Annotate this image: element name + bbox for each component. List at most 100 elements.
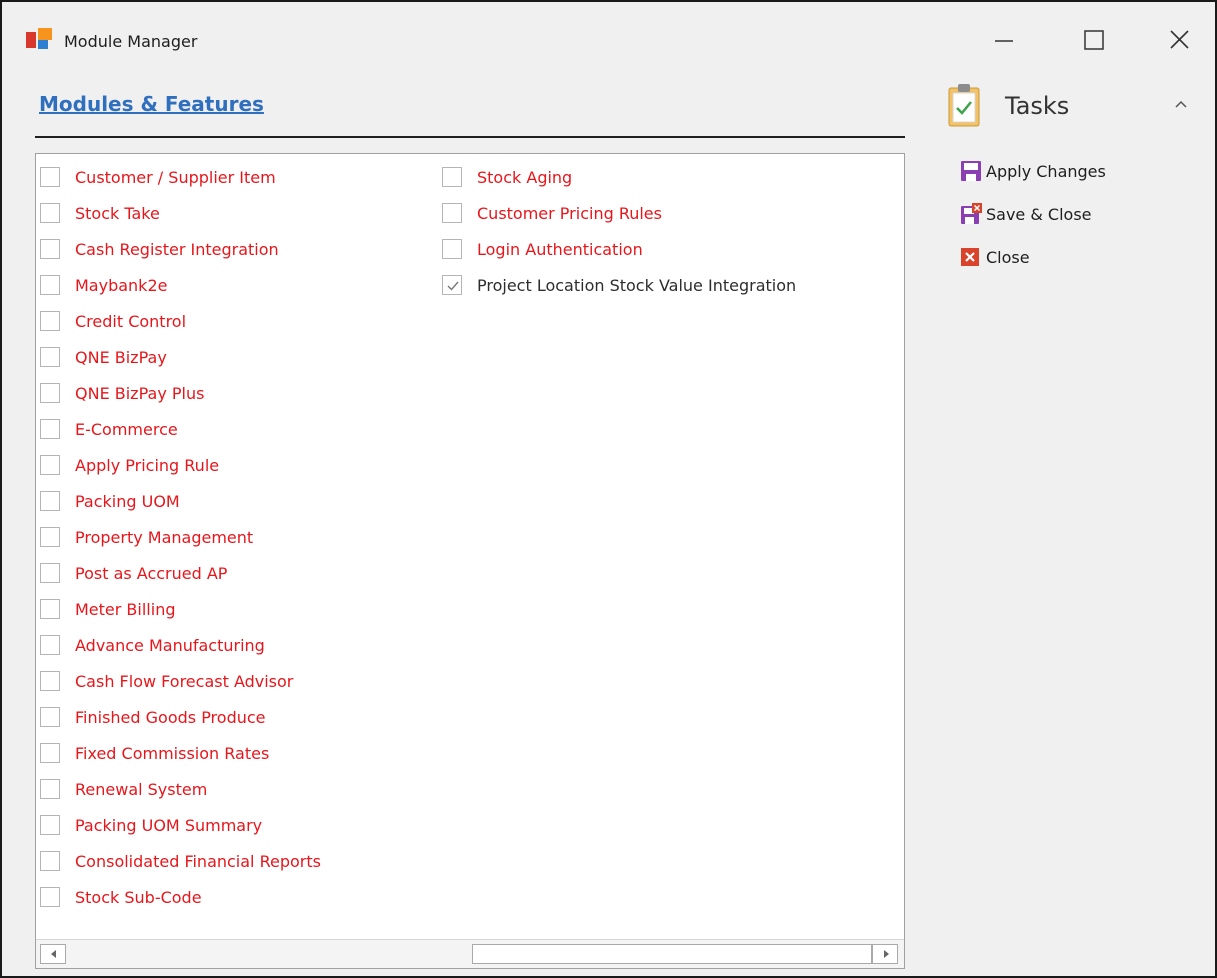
module-item-advance-manufacturing[interactable]: Advance Manufacturing	[40, 627, 440, 663]
save-close-label: Save & Close	[986, 204, 1092, 224]
module-item-packing-uom[interactable]: Packing UOM	[40, 483, 440, 519]
module-item-packing-uom-summary[interactable]: Packing UOM Summary	[40, 807, 440, 843]
module-label: Advance Manufacturing	[75, 635, 265, 655]
module-item-property-management[interactable]: Property Management	[40, 519, 440, 555]
module-item-stock-sub-code[interactable]: Stock Sub-Code	[40, 879, 440, 915]
module-item-customer-pricing-rules[interactable]: Customer Pricing Rules	[442, 195, 842, 231]
module-item-renewal-system[interactable]: Renewal System	[40, 771, 440, 807]
window-title: Module Manager	[64, 32, 198, 51]
module-item-cash-register-integration[interactable]: Cash Register Integration	[40, 231, 440, 267]
scroll-left-button[interactable]	[40, 944, 66, 964]
module-label: Customer Pricing Rules	[477, 203, 662, 223]
checkmark-icon	[447, 281, 459, 291]
maximize-icon	[1084, 30, 1104, 50]
module-label: QNE BizPay	[75, 347, 167, 367]
module-checkbox[interactable]	[442, 239, 462, 259]
modules-column-1: Customer / Supplier Item Stock Take Cash R…	[40, 159, 440, 915]
module-checkbox[interactable]	[40, 671, 60, 691]
module-checkbox[interactable]	[40, 239, 60, 259]
module-item-project-location-stock-value-integration[interactable]: Project Location Stock Value Integration	[442, 267, 842, 303]
module-manager-icon	[26, 28, 54, 52]
module-item-maybank2e[interactable]: Maybank2e	[40, 267, 440, 303]
module-item-qne-bizpay-plus[interactable]: QNE BizPay Plus	[40, 375, 440, 411]
modules-features-link[interactable]: Modules & Features	[39, 92, 264, 116]
module-label: Stock Sub-Code	[75, 887, 202, 907]
maximize-button[interactable]	[1074, 20, 1114, 60]
module-item-customer-supplier-item[interactable]: Customer / Supplier Item	[40, 159, 440, 195]
module-item-cash-flow-forecast-advisor[interactable]: Cash Flow Forecast Advisor	[40, 663, 440, 699]
module-label: E-Commerce	[75, 419, 178, 439]
module-checkbox[interactable]	[442, 275, 462, 295]
module-item-meter-billing[interactable]: Meter Billing	[40, 591, 440, 627]
module-label: Cash Flow Forecast Advisor	[75, 671, 294, 691]
chevron-up-icon[interactable]	[1173, 98, 1189, 110]
module-label: Renewal System	[75, 779, 208, 799]
module-checkbox[interactable]	[40, 599, 60, 619]
module-checkbox[interactable]	[442, 203, 462, 223]
apply-changes-label: Apply Changes	[986, 161, 1106, 181]
module-label: Stock Take	[75, 203, 160, 223]
module-label: Consolidated Financial Reports	[75, 851, 321, 871]
module-item-qne-bizpay[interactable]: QNE BizPay	[40, 339, 440, 375]
module-item-stock-aging[interactable]: Stock Aging	[442, 159, 842, 195]
save-close-icon	[961, 203, 982, 224]
apply-changes-task[interactable]: Apply Changes	[960, 160, 1106, 182]
header-divider	[35, 136, 905, 138]
module-label: Post as Accrued AP	[75, 563, 228, 583]
horizontal-scrollbar[interactable]	[36, 939, 904, 968]
module-checkbox[interactable]	[40, 455, 60, 475]
module-checkbox[interactable]	[40, 167, 60, 187]
module-item-e-commerce[interactable]: E-Commerce	[40, 411, 440, 447]
module-item-apply-pricing-rule[interactable]: Apply Pricing Rule	[40, 447, 440, 483]
minimize-icon	[995, 40, 1013, 42]
module-label: Packing UOM Summary	[75, 815, 263, 835]
module-checkbox[interactable]	[40, 383, 60, 403]
module-checkbox[interactable]	[40, 635, 60, 655]
modules-column-2: Stock Aging Customer Pricing Rules Login A…	[442, 159, 842, 303]
module-label: Finished Goods Produce	[75, 707, 266, 727]
module-label: Credit Control	[75, 311, 187, 331]
module-checkbox[interactable]	[40, 887, 60, 907]
module-checkbox[interactable]	[40, 563, 60, 583]
triangle-left-icon	[51, 950, 56, 958]
module-checkbox[interactable]	[40, 815, 60, 835]
title-bar: Module Manager	[2, 2, 1215, 78]
modules-checklist[interactable]: Customer / Supplier Item Stock Take Cash R…	[35, 153, 905, 969]
tasks-header[interactable]: Tasks	[947, 82, 1202, 132]
module-item-credit-control[interactable]: Credit Control	[40, 303, 440, 339]
module-label: Packing UOM	[75, 491, 180, 511]
floppy-disk-icon	[961, 161, 981, 181]
save-close-task[interactable]: Save & Close	[960, 203, 1092, 225]
module-label: Property Management	[75, 527, 254, 547]
module-checkbox[interactable]	[40, 779, 60, 799]
clipboard-check-icon	[948, 84, 980, 127]
module-item-fixed-commission-rates[interactable]: Fixed Commission Rates	[40, 735, 440, 771]
module-label: Fixed Commission Rates	[75, 743, 270, 763]
module-item-stock-take[interactable]: Stock Take	[40, 195, 440, 231]
module-label: QNE BizPay Plus	[75, 383, 205, 403]
close-task[interactable]: Close	[960, 246, 1030, 268]
scrollbar-thumb[interactable]	[472, 944, 872, 964]
module-checkbox[interactable]	[40, 707, 60, 727]
module-checkbox[interactable]	[40, 491, 60, 511]
module-manager-window: Module Manager Modules & Features Custom…	[0, 0, 1217, 978]
close-window-button[interactable]	[1160, 20, 1200, 60]
module-checkbox[interactable]	[40, 275, 60, 295]
module-checkbox[interactable]	[40, 203, 60, 223]
module-label: Login Authentication	[477, 239, 643, 259]
module-checkbox[interactable]	[40, 527, 60, 547]
module-checkbox[interactable]	[442, 167, 462, 187]
scroll-right-button[interactable]	[872, 944, 898, 964]
module-checkbox[interactable]	[40, 743, 60, 763]
module-label: Stock Aging	[477, 167, 573, 187]
minimize-button[interactable]	[982, 20, 1022, 60]
module-checkbox[interactable]	[40, 851, 60, 871]
module-checkbox[interactable]	[40, 311, 60, 331]
module-item-post-as-accrued-ap[interactable]: Post as Accrued AP	[40, 555, 440, 591]
module-item-consolidated-financial-reports[interactable]: Consolidated Financial Reports	[40, 843, 440, 879]
module-item-login-authentication[interactable]: Login Authentication	[442, 231, 842, 267]
module-checkbox[interactable]	[40, 347, 60, 367]
module-checkbox[interactable]	[40, 419, 60, 439]
module-item-finished-goods-produce[interactable]: Finished Goods Produce	[40, 699, 440, 735]
module-label: Apply Pricing Rule	[75, 455, 220, 475]
